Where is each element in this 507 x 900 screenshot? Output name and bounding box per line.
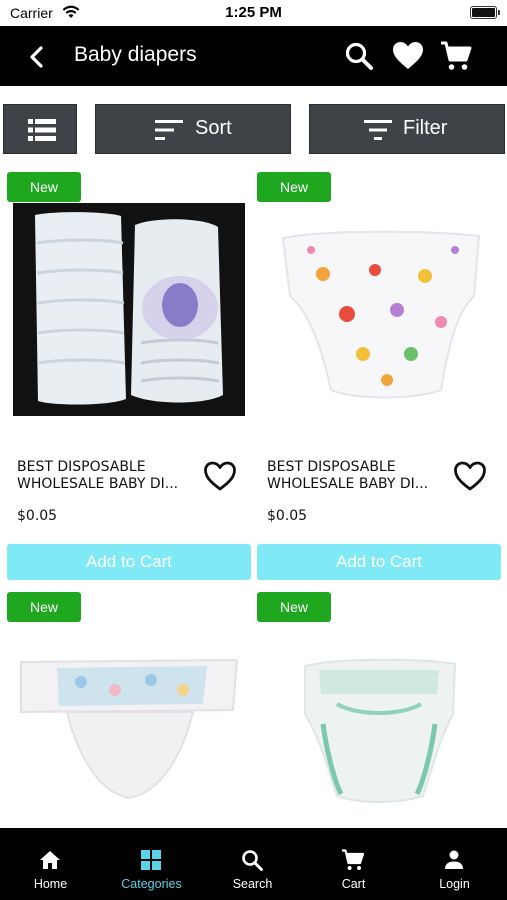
add-to-cart-button[interactable]: Add to Cart — [257, 544, 501, 580]
tab-label: Categories — [121, 877, 182, 891]
sort-button[interactable]: Sort — [95, 104, 291, 154]
product-name-line: WHOLESALE BABY DI... — [17, 476, 179, 492]
product-card[interactable]: New BEST DISPOSABLE WHOLESALE BABY DI...… — [7, 172, 251, 582]
product-name-line: BEST DISPOSABLE — [267, 459, 396, 475]
product-card[interactable]: New — [7, 592, 251, 828]
add-to-cart-button[interactable]: Add to Cart — [7, 544, 251, 580]
status-time: 1:25 PM — [225, 4, 282, 21]
tab-label: Search — [232, 877, 273, 891]
sort-icon — [155, 120, 183, 140]
printed-diaper-image — [265, 204, 497, 417]
wishlist-heart-icon[interactable] — [392, 40, 424, 72]
product-name[interactable]: BEST DISPOSABLE WHOLESALE BABY DI... — [17, 459, 195, 493]
product-name-line: WHOLESALE BABY DI... — [267, 476, 429, 492]
cart-icon[interactable] — [440, 40, 472, 72]
new-badge: New — [257, 172, 331, 202]
filter-label: Filter — [403, 117, 448, 139]
product-name[interactable]: BEST DISPOSABLE WHOLESALE BABY DI... — [267, 459, 445, 493]
product-name-line: BEST DISPOSABLE — [17, 459, 146, 475]
toolbar: Sort Filter — [0, 104, 507, 154]
page-title: Baby diapers — [74, 43, 197, 66]
filter-icon — [364, 120, 392, 140]
sort-label: Sort — [195, 117, 232, 139]
new-badge: New — [257, 592, 331, 622]
new-badge: New — [7, 592, 81, 622]
wishlist-heart-outline-icon[interactable] — [453, 459, 487, 493]
bottom-tab-bar: Home Categories Search Cart Login — [0, 828, 507, 900]
home-icon — [40, 851, 60, 869]
view-toggle-button[interactable] — [3, 104, 77, 154]
diaper-pack-image — [13, 203, 245, 416]
app-header: Baby diapers — [0, 26, 507, 86]
diaper-image — [20, 658, 239, 800]
cart-icon — [342, 849, 365, 870]
diaper-image — [304, 658, 457, 803]
new-badge: New — [7, 172, 81, 202]
back-arrow-icon[interactable] — [22, 42, 52, 72]
battery-icon — [470, 6, 500, 19]
filter-button[interactable]: Filter — [309, 104, 505, 154]
tab-cart[interactable]: Cart — [303, 828, 404, 900]
product-price: $0.05 — [17, 508, 58, 524]
product-image[interactable] — [17, 652, 241, 802]
product-image[interactable] — [265, 204, 497, 417]
tab-label: Home — [33, 877, 68, 891]
tab-label: Cart — [341, 877, 366, 891]
tab-search[interactable]: Search — [202, 828, 303, 900]
product-image[interactable] — [297, 654, 461, 804]
tab-login[interactable]: Login — [404, 828, 505, 900]
wishlist-heart-outline-icon[interactable] — [203, 459, 237, 493]
product-price: $0.05 — [267, 508, 308, 524]
status-bar: Carrier 1:25 PM — [0, 0, 507, 26]
product-card[interactable]: New — [257, 592, 501, 828]
search-icon[interactable] — [343, 40, 375, 72]
grid-icon — [141, 850, 161, 870]
tab-categories[interactable]: Categories — [101, 828, 202, 900]
list-view-icon — [28, 119, 56, 141]
product-card[interactable]: New BEST DISPOSABLE WHOLESALE BABY DI...… — [257, 172, 501, 582]
tab-label: Login — [439, 877, 470, 891]
product-image[interactable] — [13, 203, 245, 416]
person-icon — [445, 850, 463, 869]
search-icon — [242, 850, 263, 871]
tab-home[interactable]: Home — [0, 828, 101, 900]
